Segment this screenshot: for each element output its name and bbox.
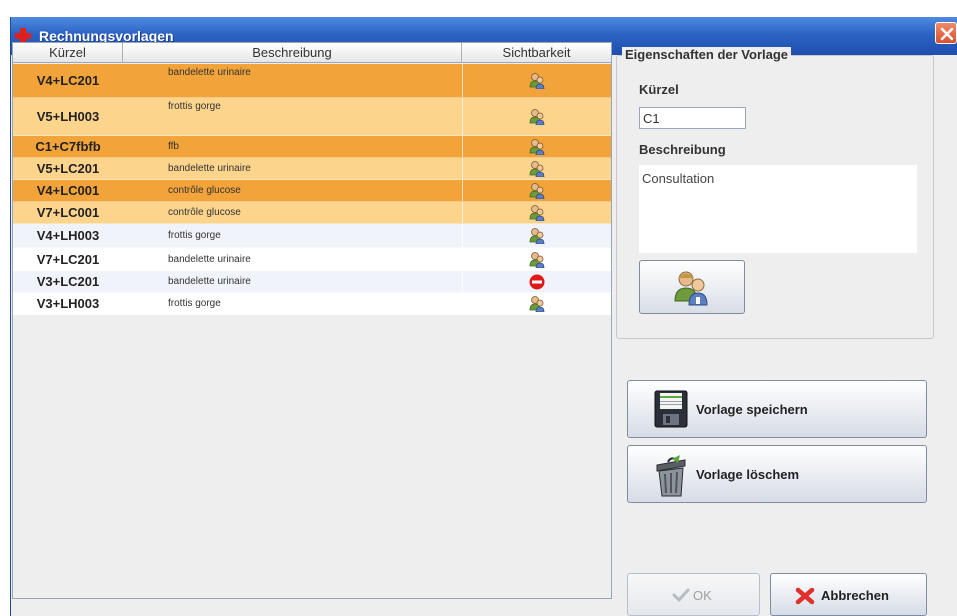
row-description: contrôle glucose	[168, 207, 241, 218]
close-button[interactable]	[935, 22, 957, 44]
code-input[interactable]: C1	[639, 107, 746, 129]
table-row[interactable]: V5+LC201 bandelette urinaire	[13, 158, 611, 180]
users-icon	[529, 228, 545, 244]
table-row[interactable]: V7+LC001 contrôle glucose	[13, 202, 611, 224]
table-row[interactable]: C1+C7fbfb ffb	[13, 136, 611, 158]
save-template-button[interactable]: Vorlage speichern	[627, 380, 927, 438]
table-row[interactable]: V7+LC201 bandelette urinaire	[13, 248, 611, 271]
ok-button[interactable]: OK	[627, 573, 760, 616]
row-description: frottis gorge	[168, 230, 221, 241]
users-icon	[529, 109, 545, 125]
row-description: bandelette urinaire	[168, 253, 251, 265]
column-header-description[interactable]: Beschreibung	[123, 43, 462, 63]
users-icon	[529, 73, 545, 89]
description-textarea[interactable]: Consultation	[639, 165, 917, 253]
row-code: V4+LC201	[36, 73, 100, 88]
code-label: Kürzel	[639, 82, 679, 97]
properties-legend: Eigenschaften der Vorlage	[622, 47, 792, 62]
row-visibility[interactable]	[463, 248, 611, 270]
red-x-icon	[795, 587, 815, 605]
row-description: bandelette urinaire	[168, 276, 251, 287]
templates-table: Kürzel Beschreibung Sichtbarkeit V4+LC20…	[12, 42, 612, 599]
save-template-label: Vorlage speichern	[696, 402, 808, 417]
table-row[interactable]: V4+LC001 contrôle glucose	[13, 180, 611, 202]
cancel-label: Abbrechen	[821, 588, 889, 603]
users-icon	[529, 296, 545, 312]
trash-can-icon	[656, 455, 686, 497]
table-row[interactable]: V4+LH003 frottis gorge	[13, 224, 611, 248]
table-row[interactable]: V3+LH003 frottis gorge	[13, 293, 611, 315]
users-icon	[529, 251, 545, 268]
row-visibility[interactable]	[463, 64, 611, 97]
row-description: frottis gorge	[168, 101, 221, 112]
ok-label: OK	[693, 588, 712, 603]
description-label: Beschreibung	[639, 142, 726, 157]
row-description: contrôle glucose	[168, 185, 241, 196]
row-description: bandelette urinaire	[168, 67, 251, 78]
row-code: V3+LH003	[36, 296, 100, 311]
column-header-code[interactable]: Kürzel	[13, 43, 123, 63]
row-visibility[interactable]	[463, 180, 611, 201]
row-code: V5+LC201	[36, 161, 100, 176]
row-description: frottis gorge	[168, 298, 221, 309]
users-icon	[529, 205, 545, 221]
cancel-button[interactable]: Abbrechen	[770, 573, 927, 616]
table-row[interactable]: V3+LC201 bandelette urinaire	[13, 271, 611, 293]
row-visibility[interactable]	[463, 136, 611, 157]
users-icon	[529, 161, 545, 177]
row-code: V7+LC001	[36, 205, 100, 220]
row-visibility[interactable]	[463, 202, 611, 223]
row-description: ffb	[168, 141, 179, 152]
no-entry-icon	[529, 274, 545, 289]
row-visibility[interactable]	[463, 98, 611, 135]
row-visibility[interactable]	[463, 293, 611, 314]
row-code: V5+LH003	[36, 109, 100, 124]
table-row[interactable]: V4+LC201 bandelette urinaire	[13, 64, 611, 98]
checkmark-icon	[672, 588, 690, 602]
visibility-button[interactable]	[639, 260, 745, 314]
users-icon	[529, 183, 545, 199]
row-visibility[interactable]	[463, 224, 611, 247]
table-header: Kürzel Beschreibung Sichtbarkeit	[13, 43, 611, 63]
users-icon	[674, 271, 708, 306]
row-code: V3+LC201	[36, 274, 100, 289]
row-code: V7+LC201	[36, 251, 100, 267]
users-icon	[529, 139, 545, 155]
row-visibility[interactable]	[463, 158, 611, 179]
row-description: bandelette urinaire	[168, 163, 251, 174]
table-row[interactable]: V5+LH003 frottis gorge	[13, 98, 611, 136]
row-code: V4+LC001	[36, 183, 100, 198]
row-visibility[interactable]	[463, 271, 611, 292]
row-code: V4+LH003	[36, 228, 100, 243]
close-icon	[940, 27, 954, 41]
column-header-visibility[interactable]: Sichtbarkeit	[462, 43, 611, 63]
delete-template-label: Vorlage löschem	[696, 467, 800, 482]
delete-template-button[interactable]: Vorlage löschem	[627, 445, 927, 503]
row-code: C1+C7fbfb	[35, 139, 101, 154]
table-body: V4+LC201 bandelette urinaire V5+LH003 frott…	[13, 64, 611, 315]
floppy-disk-icon	[654, 390, 688, 428]
